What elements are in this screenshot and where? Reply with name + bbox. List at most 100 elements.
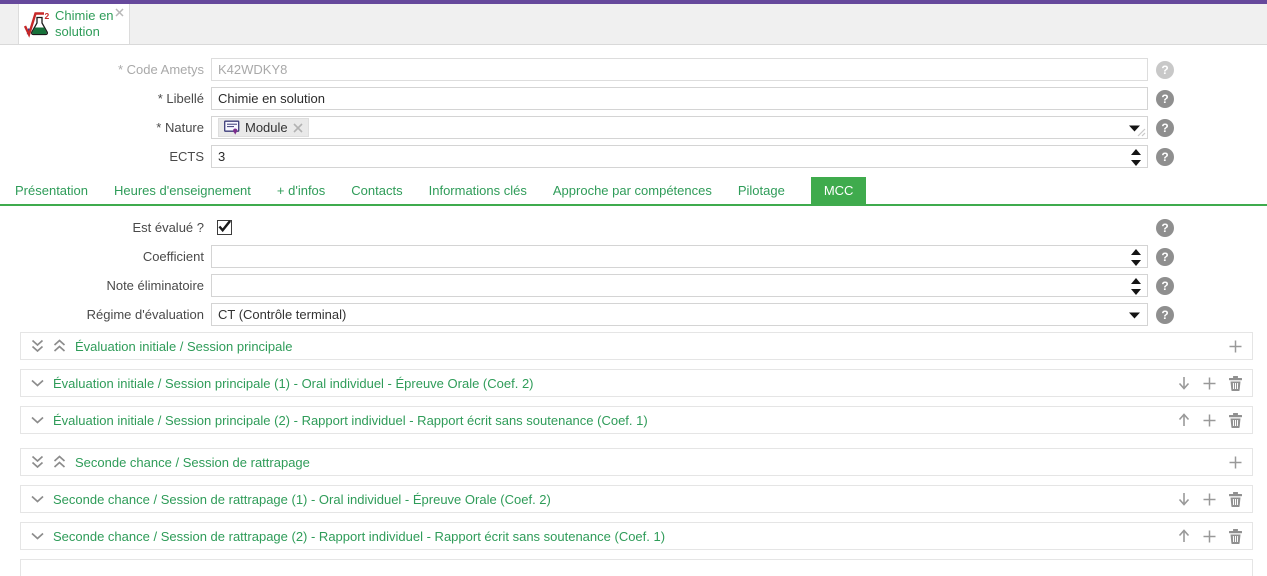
field-row-coefficient: Coefficient ?: [0, 245, 1267, 268]
row-actions: [1229, 456, 1242, 469]
row-actions: [1178, 413, 1242, 428]
help-icon[interactable]: ?: [1156, 248, 1174, 266]
row-actions: [1229, 340, 1242, 353]
document-tab-title: Chimie en solution: [55, 8, 117, 41]
tab-mcc[interactable]: MCC: [811, 177, 867, 204]
help-icon[interactable]: ?: [1156, 277, 1174, 295]
move-up-icon[interactable]: [1178, 413, 1190, 427]
tab-approche-par-competences[interactable]: Approche par compétences: [553, 177, 712, 204]
expand-all-icon[interactable]: [53, 455, 66, 469]
add-icon[interactable]: [1229, 340, 1242, 353]
add-icon[interactable]: [1203, 530, 1216, 543]
coefficient-input[interactable]: [218, 246, 1125, 267]
libelle-label: * Libellé: [0, 91, 211, 106]
session-row-seconde-chance-2[interactable]: Seconde chance / Session de rattrapage (…: [20, 522, 1253, 550]
delete-trash-icon[interactable]: [1229, 492, 1242, 507]
row-actions: [1178, 376, 1242, 391]
session-group-seconde-chance[interactable]: Seconde chance / Session de rattrapage: [20, 448, 1253, 476]
tab-contacts[interactable]: Contacts: [351, 177, 402, 204]
nature-chip-module[interactable]: Module: [218, 118, 309, 137]
row-actions: [1178, 529, 1242, 544]
document-tab-chimie-en-solution[interactable]: 2 Chimie en solution: [18, 4, 130, 44]
session-row-eval-initiale-2[interactable]: Évaluation initiale / Session principale…: [20, 406, 1253, 434]
dropdown-caret-icon[interactable]: [1129, 312, 1140, 319]
number-spinner-icon[interactable]: [1131, 278, 1141, 295]
move-down-icon[interactable]: [1178, 492, 1190, 506]
note-eliminatoire-input[interactable]: [218, 275, 1125, 296]
group-chevrons: [31, 455, 66, 469]
content-tab-bar: Présentation Heures d'enseignement + d'i…: [0, 177, 1267, 206]
est-evalue-field: [211, 220, 1148, 235]
regime-evaluation-field[interactable]: CT (Contrôle terminal): [211, 303, 1148, 326]
libelle-field[interactable]: [211, 87, 1148, 110]
group-chevrons: [31, 339, 66, 353]
course-flask-icon: 2: [24, 11, 51, 38]
est-evalue-label: Est évalué ?: [0, 220, 211, 235]
field-row-code-ametys: * Code Ametys ?: [0, 58, 1267, 81]
session-row-seconde-chance-1[interactable]: Seconde chance / Session de rattrapage (…: [20, 485, 1253, 513]
field-row-est-evalue: Est évalué ? ?: [0, 216, 1267, 239]
note-eliminatoire-field[interactable]: [211, 274, 1148, 297]
expand-all-icon[interactable]: [53, 339, 66, 353]
number-spinner-icon[interactable]: [1131, 149, 1141, 166]
module-certificate-icon: [224, 120, 240, 135]
move-down-icon[interactable]: [1178, 376, 1190, 390]
ects-input[interactable]: [218, 146, 1125, 167]
tab-presentation[interactable]: Présentation: [15, 177, 88, 204]
number-spinner-icon[interactable]: [1131, 249, 1141, 266]
add-icon[interactable]: [1203, 493, 1216, 506]
ects-field[interactable]: [211, 145, 1148, 168]
session-row-title: Évaluation initiale / Session principale…: [53, 413, 1178, 428]
regime-evaluation-value: CT (Contrôle terminal): [218, 307, 346, 322]
delete-trash-icon[interactable]: [1229, 529, 1242, 544]
libelle-input[interactable]: [218, 88, 1125, 109]
chevron-down-icon[interactable]: [31, 416, 44, 424]
chevron-down-icon[interactable]: [31, 495, 44, 503]
help-icon[interactable]: ?: [1156, 148, 1174, 166]
regime-evaluation-label: Régime d'évaluation: [0, 307, 211, 322]
session-row-eval-initiale-1[interactable]: Évaluation initiale / Session principale…: [20, 369, 1253, 397]
help-icon[interactable]: ?: [1156, 219, 1174, 237]
collapse-all-icon[interactable]: [31, 339, 44, 353]
tab-informations-cles[interactable]: Informations clés: [429, 177, 527, 204]
nature-chip-label: Module: [245, 120, 288, 135]
chevron-down-icon[interactable]: [31, 379, 44, 387]
nature-label: * Nature: [0, 120, 211, 135]
mcc-panel: Est évalué ? ? Coefficient ? Note élimin…: [0, 206, 1267, 326]
session-group-evaluation-initiale[interactable]: Évaluation initiale / Session principale: [20, 332, 1253, 360]
help-icon[interactable]: ?: [1156, 119, 1174, 137]
tab-heures-enseignement[interactable]: Heures d'enseignement: [114, 177, 251, 204]
remove-nature-icon[interactable]: [293, 123, 303, 133]
move-up-icon[interactable]: [1178, 529, 1190, 543]
coefficient-field[interactable]: [211, 245, 1148, 268]
field-row-note-eliminatoire: Note éliminatoire ?: [0, 274, 1267, 297]
field-row-ects: ECTS ?: [0, 145, 1267, 168]
session-row-title: Seconde chance / Session de rattrapage (…: [53, 492, 1178, 507]
help-icon[interactable]: ?: [1156, 61, 1174, 79]
close-tab-icon[interactable]: [115, 8, 124, 17]
add-icon[interactable]: [1203, 414, 1216, 427]
delete-trash-icon[interactable]: [1229, 413, 1242, 428]
add-icon[interactable]: [1229, 456, 1242, 469]
chevron-down-icon[interactable]: [31, 532, 44, 540]
collapse-all-icon[interactable]: [31, 455, 44, 469]
tab-pilotage[interactable]: Pilotage: [738, 177, 785, 204]
session-row-partial: [20, 559, 1253, 576]
session-row-title: Évaluation initiale / Session principale…: [53, 376, 1178, 391]
session-group-title: Évaluation initiale / Session principale: [75, 339, 1229, 354]
document-tab-strip: 2 Chimie en solution: [0, 4, 1267, 45]
resize-grip-icon[interactable]: [1137, 128, 1146, 137]
delete-trash-icon[interactable]: [1229, 376, 1242, 391]
tab-d-infos[interactable]: + d'infos: [277, 177, 325, 204]
coefficient-label: Coefficient: [0, 249, 211, 264]
code-ametys-input: [218, 59, 1125, 80]
mcc-sessions-list: Évaluation initiale / Session principale…: [0, 332, 1267, 576]
nature-field[interactable]: Module: [211, 116, 1148, 139]
help-icon[interactable]: ?: [1156, 306, 1174, 324]
est-evalue-checkbox[interactable]: [217, 220, 232, 235]
svg-text:2: 2: [45, 11, 50, 21]
row-actions: [1178, 492, 1242, 507]
add-icon[interactable]: [1203, 377, 1216, 390]
note-eliminatoire-label: Note éliminatoire: [0, 278, 211, 293]
help-icon[interactable]: ?: [1156, 90, 1174, 108]
